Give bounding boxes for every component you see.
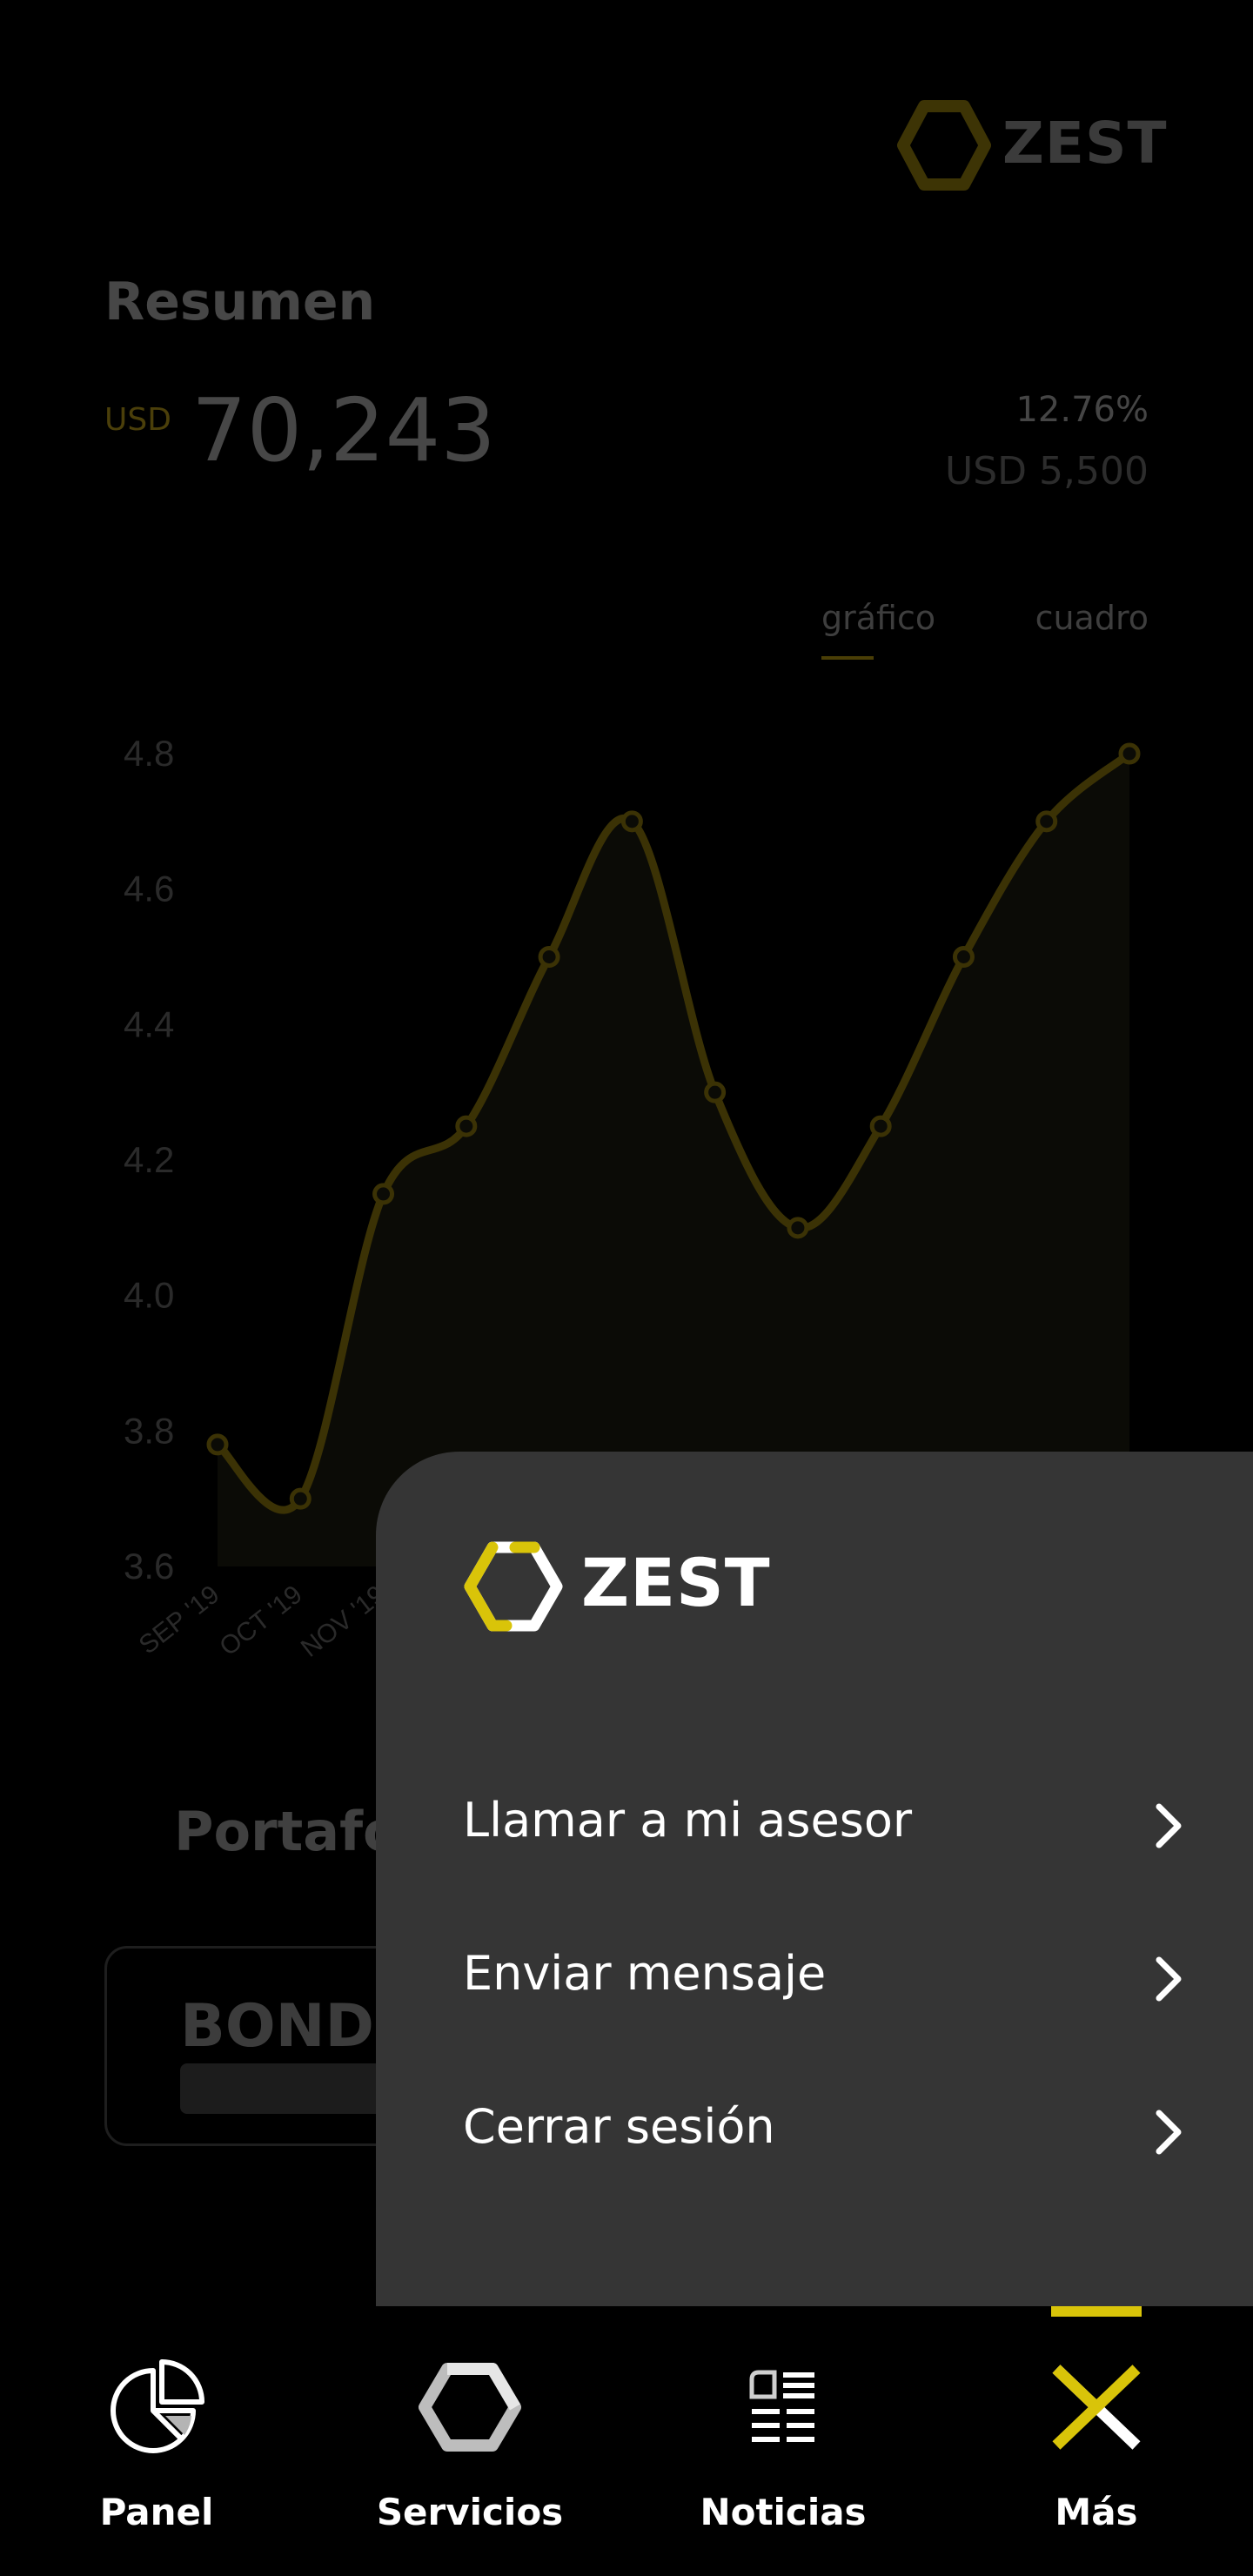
portfolio-card-title: BOND [180,1992,374,2061]
y-tick-label-5: 4.6 [124,869,174,909]
chart-point-2 [372,1183,395,1205]
y-tick-label-4: 4.4 [124,1003,174,1044]
balance-amount: 70,243 [191,379,496,481]
chart-point-6 [704,1081,727,1104]
hexagon-icon [419,2363,521,2452]
nav-label-servicios: Servicios [376,2491,564,2533]
tab-grafico[interactable]: gráfico [821,599,935,637]
chart-point-7 [787,1217,809,1239]
menu-item-call-advisor[interactable]: Llamar a mi asesor [463,1767,1185,1871]
menu-logo-wordmark: ZEST [581,1544,771,1621]
nav-label-noticias: Noticias [700,2491,867,2533]
active-tab-indicator [821,656,874,660]
nav-label-panel: Panel [99,2491,214,2533]
summary-title: Resumen [104,272,376,332]
chevron-right-icon [1156,1803,1182,1848]
chart-point-9 [952,946,975,968]
chart-point-8 [869,1115,892,1137]
more-menu-panel: ZEST Llamar a mi asesor Enviar mensaje C… [376,1452,1253,2322]
chart-point-11 [1118,742,1141,765]
change-amount: USD 5,500 [945,449,1149,493]
pie-chart-icon [111,2359,204,2453]
chevron-right-icon [1156,2110,1182,2155]
y-tick-label-6: 4.8 [124,733,174,774]
chart-point-10 [1035,810,1058,833]
zest-hexagon-icon [897,100,991,191]
menu-item-logout[interactable]: Cerrar sesión [463,2073,1185,2177]
chart-point-1 [289,1487,312,1510]
tab-cuadro[interactable]: cuadro [1035,599,1149,637]
x-tick-label-0: SEP '19 [134,1580,225,1660]
nav-item-noticias[interactable]: Noticias [626,2306,940,2576]
menu-item-label: Llamar a mi asesor [463,1793,913,1848]
menu-item-label: Enviar mensaje [463,1946,827,2001]
chart-point-0 [206,1433,229,1456]
y-tick-label-2: 4.0 [124,1275,174,1316]
nav-label-mas: Más [1055,2491,1138,2533]
header-logo: ZEST [896,97,1167,193]
y-tick-label-1: 3.8 [124,1410,174,1451]
x-tick-label-1: OCT '19 [214,1580,307,1662]
nav-item-panel[interactable]: Panel [0,2306,313,2576]
menu-item-label: Cerrar sesión [463,2099,775,2154]
nav-item-servicios[interactable]: Servicios [313,2306,626,2576]
y-tick-label-3: 4.2 [124,1139,174,1180]
balance-currency: USD [104,402,171,438]
nav-item-mas[interactable]: Más [940,2306,1253,2576]
portfolio-section-title: Portafo [174,1800,400,1863]
nav-active-indicator [1051,2306,1142,2317]
header-logo-wordmark: ZEST [1002,110,1168,177]
change-percent: 12.76% [1015,390,1149,430]
bottom-navigation: Panel Servicios Noticias Más [0,2306,1253,2576]
chart-area-fill [218,754,1129,1566]
menu-logo: ZEST [463,1539,776,1634]
chart-point-4 [538,946,560,968]
chart-point-5 [620,810,643,833]
chevron-right-icon [1156,1956,1182,2002]
zest-hexagon-icon [464,1541,563,1632]
news-icon [749,2370,814,2442]
chart-point-3 [455,1115,478,1137]
y-tick-label-0: 3.6 [124,1546,174,1587]
close-icon [1052,2365,1141,2450]
menu-item-send-message[interactable]: Enviar mensaje [463,1920,1185,2024]
